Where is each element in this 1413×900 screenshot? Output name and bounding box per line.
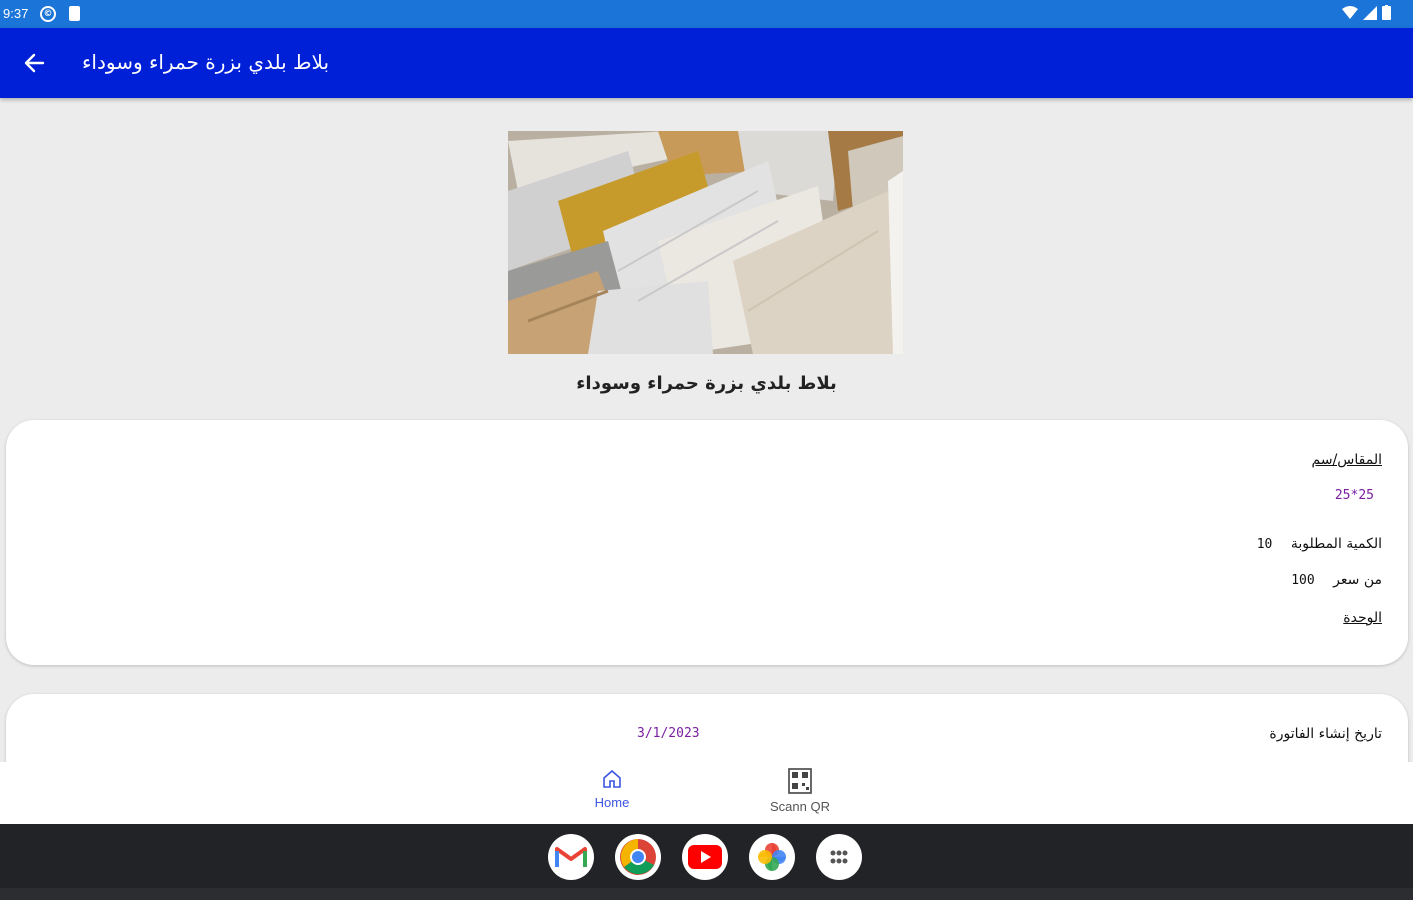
arrow-left-icon bbox=[24, 53, 45, 73]
price-label: من سعر bbox=[1333, 572, 1382, 588]
details-card: المقاس/سم 25*25 الكمية المطلوبة 10 من سع… bbox=[6, 420, 1408, 665]
taskbar bbox=[0, 824, 1413, 900]
photos-icon[interactable] bbox=[749, 834, 795, 880]
battery-icon bbox=[1382, 5, 1391, 20]
sd-card-icon bbox=[69, 6, 80, 21]
bottom-navigation: Home Scann QR bbox=[0, 762, 1413, 824]
quantity-label: الكمية المطلوبة bbox=[1290, 536, 1382, 552]
invoice-date-value: 3/1/2023 bbox=[637, 726, 700, 741]
unit-label: الوحدة bbox=[1343, 610, 1382, 626]
quantity-value: 10 bbox=[1256, 537, 1273, 552]
invoice-date-label: تاريخ إنشاء الفاتورة bbox=[1269, 726, 1382, 742]
quantity-row: الكمية المطلوبة 10 bbox=[1257, 536, 1382, 552]
nav-home-label: Home bbox=[594, 795, 630, 810]
status-time: 9:37 bbox=[3, 6, 29, 21]
chrome-icon[interactable] bbox=[615, 834, 661, 880]
size-label: المقاس/سم bbox=[1311, 452, 1382, 468]
page-title: بلاط بلدي بزرة حمراء وسوداء bbox=[82, 50, 330, 74]
price-row: من سعر 100 bbox=[1291, 572, 1382, 588]
status-bar: 9:37 © bbox=[0, 0, 1413, 28]
gmail-icon[interactable] bbox=[548, 834, 594, 880]
status-indicators bbox=[1342, 5, 1391, 20]
size-value: 25*25 bbox=[1334, 488, 1374, 503]
app-bar: بلاط بلدي بزرة حمراء وسوداء bbox=[0, 28, 1413, 98]
qr-code-icon bbox=[788, 768, 812, 794]
product-name: بلاط بلدي بزرة حمراء وسوداء bbox=[576, 373, 837, 394]
youtube-icon[interactable] bbox=[682, 834, 728, 880]
price-value: 100 bbox=[1291, 573, 1315, 588]
home-icon bbox=[603, 769, 621, 788]
app-dock bbox=[548, 834, 862, 880]
nav-scan-qr[interactable]: Scann QR bbox=[755, 768, 845, 814]
nav-scan-qr-label: Scann QR bbox=[770, 799, 830, 814]
signal-icon bbox=[1363, 5, 1377, 20]
taskbar-strip bbox=[0, 888, 1413, 900]
product-image bbox=[508, 131, 903, 354]
nav-home[interactable]: Home bbox=[567, 768, 657, 810]
app-launcher-icon[interactable] bbox=[816, 834, 862, 880]
notification-icon: © bbox=[40, 6, 56, 22]
wifi-icon bbox=[1342, 5, 1358, 19]
back-button[interactable] bbox=[16, 45, 52, 81]
